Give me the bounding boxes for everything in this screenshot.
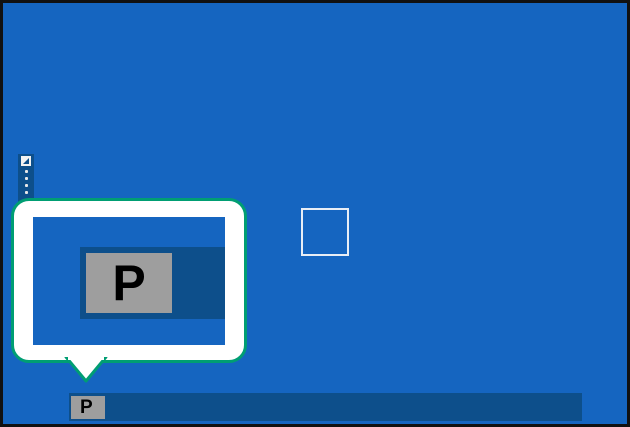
image-icon[interactable]: [21, 156, 31, 166]
dot-icon: [24, 170, 28, 173]
callout-pointer-icon: [64, 357, 108, 383]
callout-zoom-view: P: [33, 217, 225, 345]
desktop-focus-square[interactable]: [301, 208, 349, 256]
zoom-callout: P: [11, 198, 247, 363]
dot-icon: [24, 191, 28, 194]
side-toolbar[interactable]: [18, 154, 34, 202]
taskbar: P: [69, 393, 582, 421]
dot-icon: [24, 184, 28, 187]
zoomed-app-button: P: [86, 253, 172, 313]
dot-icon: [24, 177, 28, 180]
zoomed-taskbar: P: [80, 247, 225, 319]
taskbar-app-button[interactable]: P: [71, 396, 105, 419]
